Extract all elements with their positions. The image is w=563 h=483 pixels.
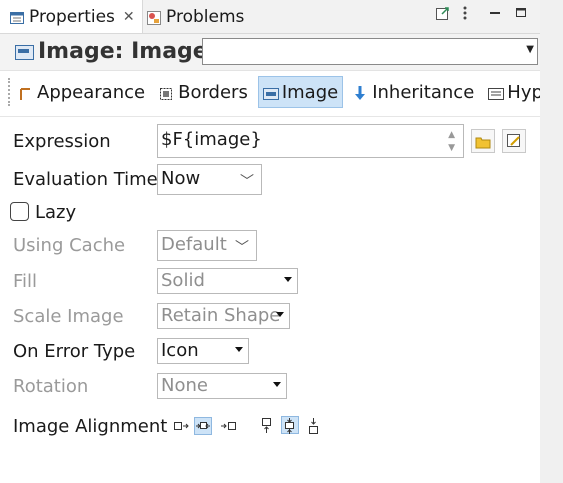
- element-header: Image: Image ▼: [0, 34, 540, 71]
- view-menu-icon[interactable]: [462, 6, 476, 20]
- tab-image-label: Image: [281, 81, 339, 103]
- align-top-icon[interactable]: [259, 417, 277, 435]
- hyperlink-icon: [488, 85, 505, 100]
- tab-appearance[interactable]: Appearance: [14, 77, 149, 107]
- align-right-icon[interactable]: [220, 418, 238, 436]
- dropdown-arrow-icon: [276, 312, 284, 317]
- tab-borders-label: Borders: [178, 81, 248, 103]
- page-title: Image: Image: [38, 39, 208, 64]
- problems-icon: [147, 10, 161, 25]
- scale-image-value: Retain Shape: [161, 305, 281, 326]
- fill-label: Fill: [13, 271, 38, 292]
- align-bottom-icon[interactable]: [306, 417, 324, 435]
- fill-value: Solid: [161, 270, 205, 291]
- image-icon: [262, 85, 279, 100]
- on-error-type-select[interactable]: Icon: [157, 338, 249, 364]
- element-selector-combo[interactable]: ▼: [202, 38, 538, 65]
- on-error-type-label: On Error Type: [13, 341, 136, 362]
- edit-expression-icon: [506, 133, 522, 153]
- scale-image-label: Scale Image: [13, 306, 124, 327]
- evaluation-time-value: Now: [161, 168, 201, 189]
- using-cache-label: Using Cache: [13, 235, 126, 256]
- tab-problems-label: Problems: [166, 6, 245, 27]
- scale-image-select[interactable]: Retain Shape: [157, 303, 290, 329]
- lazy-checkbox[interactable]: [10, 202, 29, 221]
- evaluation-time-label: Evaluation Time: [13, 169, 158, 190]
- lazy-label: Lazy: [35, 202, 77, 223]
- using-cache-select[interactable]: Default ﹀: [157, 230, 257, 261]
- image-alignment-label: Image Alignment: [13, 416, 168, 437]
- divider: [0, 116, 540, 117]
- rotation-value: None: [161, 375, 208, 396]
- tab-problems[interactable]: Problems: [144, 0, 244, 33]
- scroll-arrows-icon[interactable]: ▲ ▼: [448, 129, 455, 155]
- using-cache-value: Default: [161, 234, 227, 255]
- image-element-icon: [15, 45, 34, 60]
- view-tab-bar: Properties ✕ Problems: [0, 0, 540, 34]
- tab-appearance-label: Appearance: [37, 81, 146, 103]
- editor-edge: [540, 0, 563, 483]
- folder-icon: [475, 134, 491, 153]
- maximize-icon[interactable]: [514, 6, 528, 20]
- open-console-icon[interactable]: [436, 6, 450, 20]
- section-tabs: Appearance Borders Image Inheritance Hyp…: [8, 73, 563, 111]
- tab-properties[interactable]: Properties ✕: [0, 0, 143, 33]
- align-center-icon[interactable]: [194, 417, 212, 435]
- tab-inheritance-label: Inheritance: [372, 81, 475, 103]
- chevron-down-icon: ﹀: [235, 240, 249, 256]
- tab-inheritance[interactable]: Inheritance: [349, 77, 478, 107]
- rotation-select[interactable]: None: [157, 373, 287, 399]
- dropdown-arrow-icon: [235, 347, 243, 352]
- tab-image[interactable]: Image: [257, 76, 344, 108]
- view-toolbar: [436, 6, 528, 20]
- tab-borders[interactable]: Borders: [155, 77, 252, 107]
- evaluation-time-select[interactable]: Now ﹀: [157, 164, 262, 195]
- properties-view: Properties ✕ Problems Image: Image ▼ App…: [0, 0, 563, 483]
- expression-editor-button[interactable]: [502, 129, 526, 153]
- expression-value: $F{image}: [161, 129, 262, 150]
- dropdown-arrow-icon: [284, 277, 292, 282]
- open-folder-button[interactable]: [471, 129, 495, 153]
- inheritance-icon: [353, 85, 367, 100]
- borders-icon: [159, 85, 173, 100]
- chevron-down-icon: ﹀: [240, 174, 254, 190]
- on-error-type-value: Icon: [161, 340, 199, 361]
- appearance-icon: [18, 85, 32, 100]
- align-left-icon[interactable]: [172, 418, 190, 436]
- align-middle-icon[interactable]: [281, 416, 299, 434]
- minimize-icon[interactable]: [488, 6, 502, 20]
- close-icon[interactable]: ✕: [123, 9, 135, 25]
- dropdown-arrow-icon: [273, 382, 281, 387]
- properties-icon: [10, 10, 24, 24]
- expression-label: Expression: [13, 131, 111, 152]
- rotation-label: Rotation: [13, 376, 89, 397]
- fill-select[interactable]: Solid: [157, 268, 298, 294]
- chevron-down-icon: ▼: [526, 44, 534, 55]
- tab-properties-label: Properties: [29, 6, 115, 27]
- expression-input[interactable]: $F{image} ▲ ▼: [157, 124, 464, 158]
